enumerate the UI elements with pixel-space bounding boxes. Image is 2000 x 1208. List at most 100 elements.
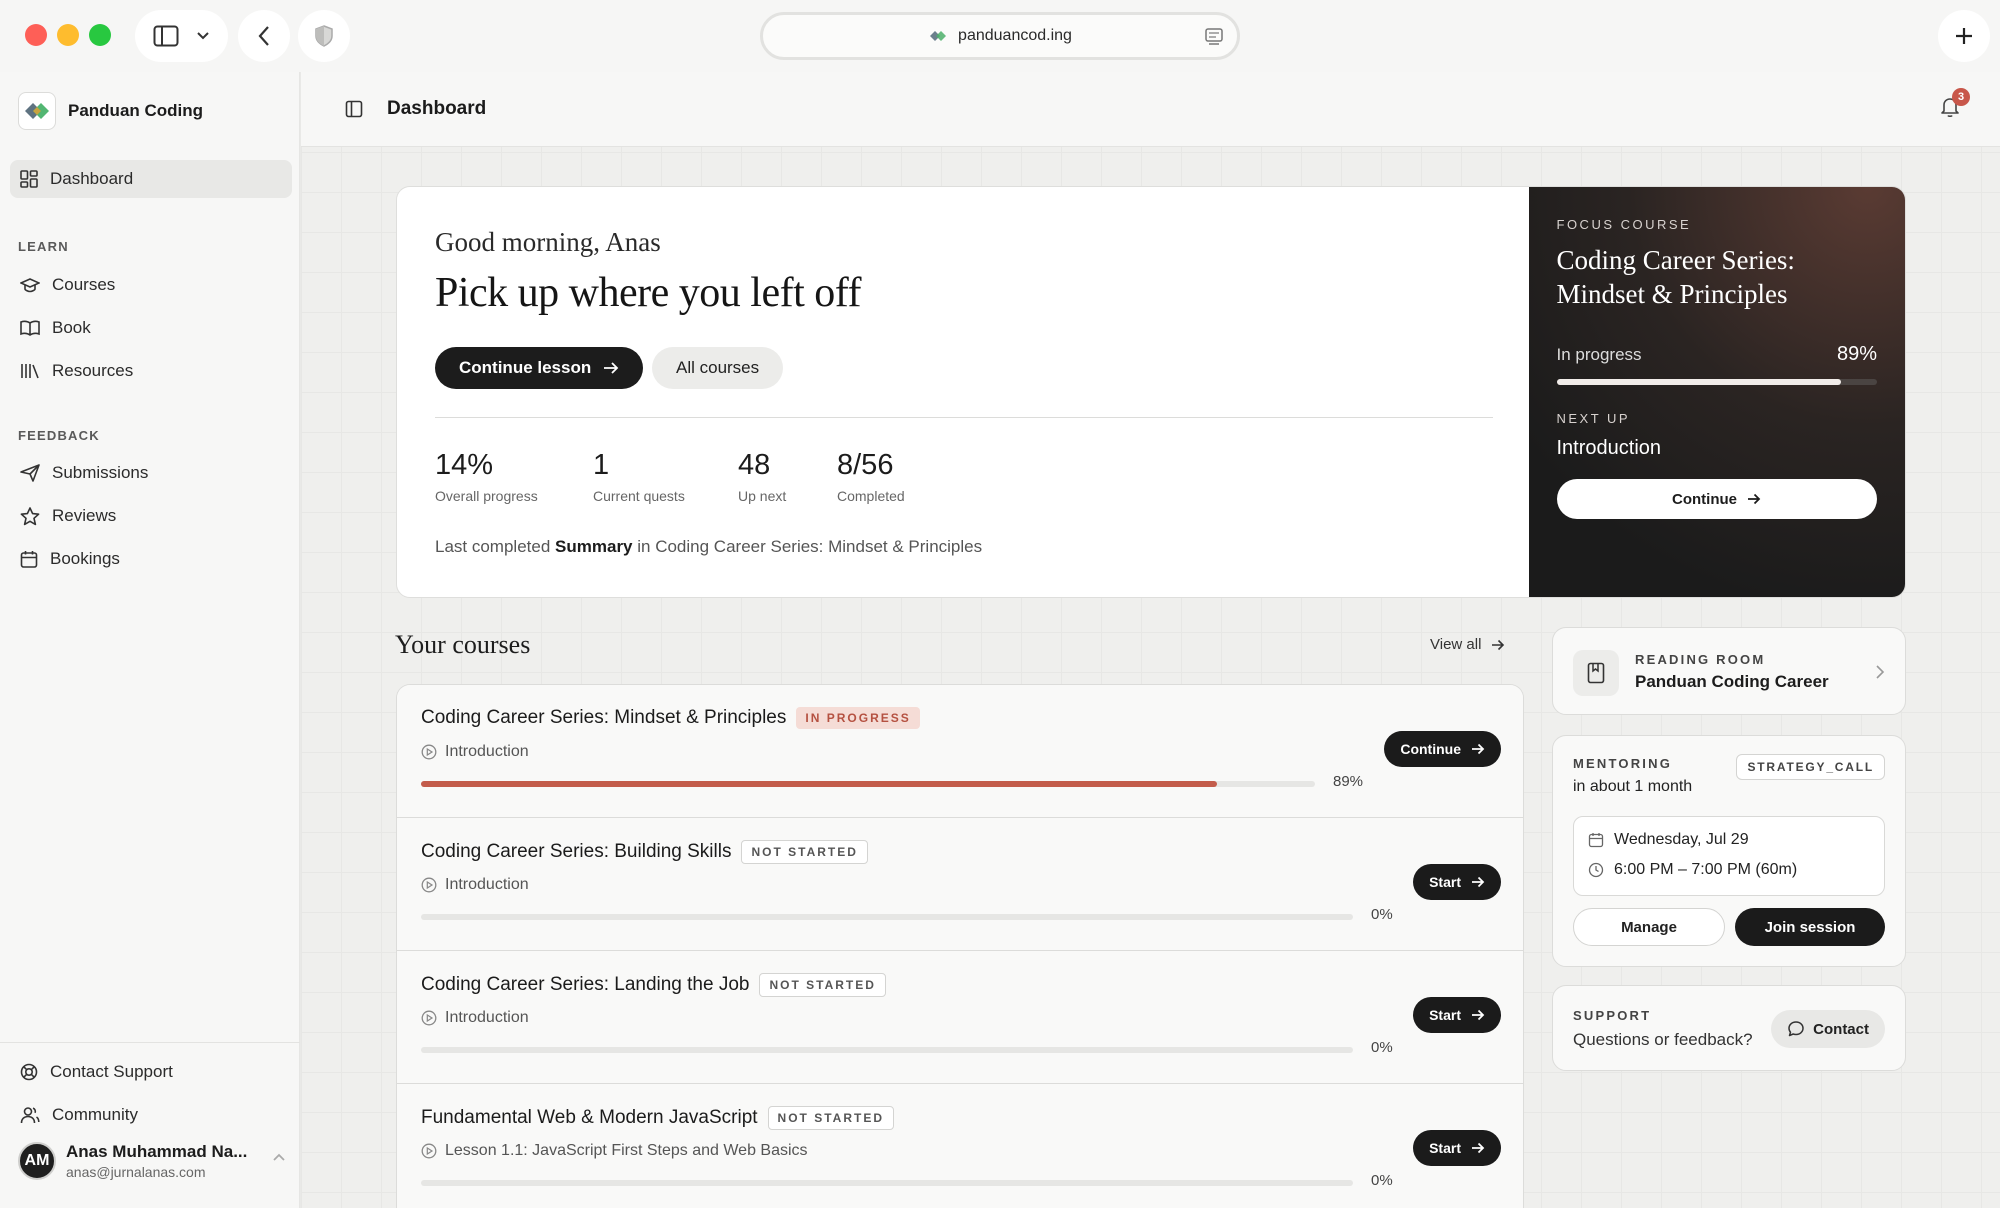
status-badge: NOT STARTED: [767, 1106, 894, 1130]
sidebar-item-contact-support[interactable]: Contact Support: [10, 1053, 292, 1091]
course-start-button[interactable]: Start: [1413, 997, 1501, 1033]
focus-progress-fill: [1556, 379, 1842, 385]
reader-mode-icon[interactable]: [1205, 28, 1223, 46]
brand[interactable]: Panduan Coding: [18, 92, 203, 130]
last-completed: Last completed Summary in Coding Career …: [435, 537, 982, 557]
reading-room-title: Panduan Coding Career: [1635, 672, 1829, 691]
stat-value: 14%: [435, 449, 494, 481]
join-session-button[interactable]: Join session: [1735, 908, 1885, 946]
course-title[interactable]: Coding Career Series: Landing the Job: [421, 974, 749, 996]
sidebar-icon: [153, 25, 179, 47]
maximize-window-button[interactable]: [89, 24, 111, 46]
focus-course-title[interactable]: Coding Career Series: Mindset & Principl…: [1557, 243, 1887, 311]
focus-continue-button[interactable]: Continue: [1556, 479, 1877, 519]
course-row[interactable]: Coding Career Series: Mindset & Principl…: [397, 685, 1523, 818]
course-row[interactable]: Coding Career Series: Building Skills NO…: [397, 818, 1523, 951]
panel-toggle-icon[interactable]: [345, 100, 363, 118]
shield-icon: [315, 25, 333, 47]
play-circle-icon: [421, 1143, 437, 1159]
courses-heading: Your courses: [395, 630, 531, 659]
sidebar-item-resources[interactable]: Resources: [10, 352, 292, 390]
address-bar[interactable]: panduancod.ing: [760, 12, 1240, 60]
chevron-left-icon: [258, 26, 269, 46]
sidebar: Panduan Coding Dashboard LEARN Courses B…: [0, 72, 300, 1208]
course-title[interactable]: Coding Career Series: Mindset & Principl…: [421, 707, 786, 729]
sidebar-item-courses[interactable]: Courses: [10, 266, 292, 304]
continue-lesson-button[interactable]: Continue lesson: [435, 347, 644, 389]
course-lesson: Introduction: [445, 743, 529, 760]
focus-course-card: FOCUS COURSE Coding Career Series: Minds…: [1528, 187, 1905, 597]
greeting: Good morning, Anas: [435, 227, 661, 257]
hero-headline: Pick up where you left off: [435, 270, 861, 316]
sidebar-item-reviews[interactable]: Reviews: [10, 497, 292, 535]
sidebar-item-label: Bookings: [50, 549, 120, 568]
reading-room-label: READING ROOM: [1635, 652, 1766, 667]
back-button[interactable]: [238, 10, 290, 62]
session-time: 6:00 PM – 7:00 PM (60m): [1614, 861, 1798, 878]
course-row[interactable]: Fundamental Web & Modern JavaScript NOT …: [397, 1084, 1523, 1208]
button-label: Continue: [1400, 741, 1461, 757]
mentoring-when: in about 1 month: [1573, 778, 1693, 795]
status-badge: IN PROGRESS: [796, 707, 920, 729]
browser-chrome: panduancod.ing: [0, 0, 2000, 72]
status-badge: NOT STARTED: [741, 840, 868, 864]
last-completed-item[interactable]: Summary: [555, 537, 632, 556]
reading-room-card[interactable]: READING ROOM Panduan Coding Career: [1552, 627, 1906, 715]
arrow-right-icon: [1748, 493, 1761, 505]
button-label: Start: [1429, 874, 1461, 890]
focus-course-label: FOCUS COURSE: [1556, 217, 1692, 232]
topbar: Dashboard 3: [301, 72, 2000, 147]
privacy-button[interactable]: [298, 10, 350, 62]
button-label: Continue: [1672, 490, 1737, 508]
graduation-cap-icon: [20, 278, 40, 293]
stat-label: Current quests: [593, 488, 685, 504]
sidebar-item-bookings[interactable]: Bookings: [10, 540, 292, 578]
plus-icon: [1956, 28, 1972, 44]
sidebar-item-submissions[interactable]: Submissions: [10, 454, 292, 492]
notification-badge: 3: [1952, 88, 1970, 106]
course-title[interactable]: Coding Career Series: Building Skills: [421, 841, 731, 863]
stat-label: Completed: [837, 488, 905, 504]
calendar-icon: [20, 551, 38, 568]
session-type-tag: STRATEGY_CALL: [1736, 754, 1885, 780]
user-email: anas@jurnalanas.com: [66, 1164, 206, 1180]
focus-progress-value: 89%: [1836, 343, 1877, 365]
contact-button[interactable]: Contact: [1771, 1010, 1885, 1048]
course-row[interactable]: Coding Career Series: Landing the Job NO…: [397, 951, 1523, 1084]
page-title: Dashboard: [387, 98, 487, 119]
course-title[interactable]: Fundamental Web & Modern JavaScript: [421, 1107, 758, 1129]
course-start-button[interactable]: Start: [1413, 1130, 1501, 1166]
course-continue-button[interactable]: Continue: [1384, 731, 1501, 767]
calendar-icon: [1588, 833, 1604, 848]
all-courses-button[interactable]: All courses: [652, 347, 784, 389]
next-up-label: NEXT UP: [1556, 411, 1631, 426]
new-tab-button[interactable]: [1938, 10, 1990, 62]
minimize-window-button[interactable]: [57, 24, 79, 46]
mentoring-card: MENTORING in about 1 month STRATEGY_CALL…: [1552, 735, 1906, 967]
button-label: Start: [1429, 1007, 1461, 1023]
view-all-link[interactable]: View all: [1430, 636, 1505, 653]
chevron-down-icon[interactable]: [196, 31, 210, 41]
sidebar-item-community[interactable]: Community: [10, 1096, 292, 1134]
course-lesson: Lesson 1.1: JavaScript First Steps and W…: [445, 1142, 808, 1159]
focus-progress-bar: [1556, 379, 1877, 385]
course-lesson: Introduction: [445, 1009, 529, 1026]
hero-divider: [435, 417, 1493, 418]
user-menu[interactable]: AM Anas Muhammad Na... anas@jurnalanas.c…: [18, 1142, 286, 1180]
sidebar-item-label: Contact Support: [50, 1062, 173, 1081]
notifications-button[interactable]: 3: [1940, 88, 1970, 123]
sidebar-item-dashboard[interactable]: Dashboard: [10, 160, 292, 198]
sidebar-item-book[interactable]: Book: [10, 309, 292, 347]
sidebar-divider: [0, 1042, 300, 1043]
arrow-right-icon: [1472, 876, 1485, 888]
sidebar-item-label: Courses: [52, 275, 116, 294]
course-start-button[interactable]: Start: [1413, 864, 1501, 900]
url-text: panduancod.ing: [958, 27, 1072, 44]
arrow-right-icon: [1472, 1009, 1485, 1021]
close-window-button[interactable]: [25, 24, 47, 46]
manage-button[interactable]: Manage: [1573, 908, 1725, 946]
course-progress-bar: [421, 1047, 1353, 1053]
stat-overall-progress: 14% Overall progress: [435, 449, 538, 504]
browser-sidebar-toggle[interactable]: [135, 10, 228, 62]
lifebuoy-icon: [20, 1063, 38, 1081]
